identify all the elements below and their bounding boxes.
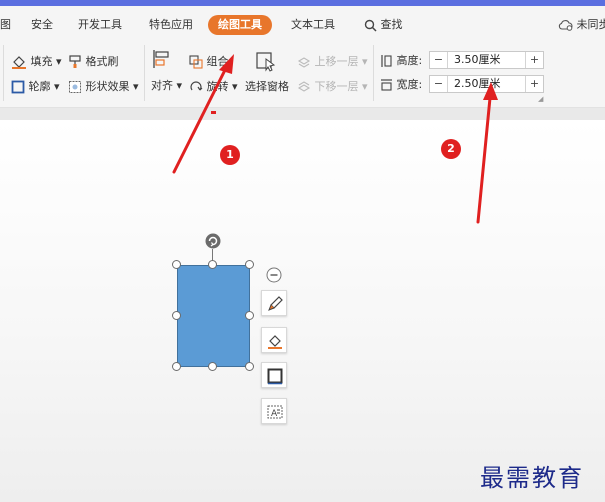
annotation-arrows xyxy=(172,54,498,224)
annotation-arrow-2 xyxy=(476,82,498,224)
annotation-arrow-1 xyxy=(172,54,234,174)
watermark-text: 最需教育 xyxy=(480,464,584,492)
